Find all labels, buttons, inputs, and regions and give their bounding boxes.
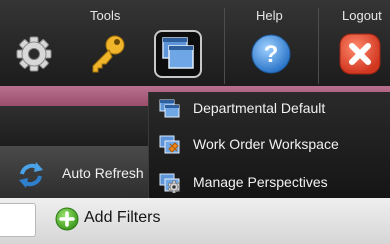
help-button[interactable]: ? [247, 30, 295, 78]
svg-text:?: ? [264, 41, 279, 68]
add-icon [55, 207, 79, 231]
tools-group-label: Tools [90, 8, 121, 23]
menu-item-manage-perspectives[interactable]: Manage Perspectives [149, 168, 390, 198]
perspectives-button[interactable] [154, 30, 202, 78]
workorder-icon [159, 135, 180, 154]
menu-item-work-order-workspace[interactable]: Work Order Workspace [149, 130, 390, 160]
manage-icon [159, 173, 181, 193]
toolbar-separator [224, 8, 225, 84]
add-filters-label: Add Filters [84, 209, 161, 226]
menu-item-departmental-default[interactable]: Departmental Default [149, 94, 390, 124]
layout-icon [159, 99, 180, 118]
settings-button[interactable] [10, 30, 58, 78]
menu-item-label: Manage Perspectives [193, 174, 328, 190]
key-icon [92, 35, 125, 73]
logout-icon [339, 33, 381, 75]
menu-item-label: Work Order Workspace [193, 136, 339, 152]
auto-refresh-label: Auto Refresh [62, 165, 144, 181]
main-toolbar: Tools Help Logout ? [0, 0, 390, 86]
perspectives-menu: Departmental Default Work Order Workspac… [148, 92, 390, 198]
filter-input[interactable] [0, 203, 36, 237]
logout-group-label: Logout [342, 8, 382, 23]
gear-icon [16, 36, 52, 72]
windows-icon [162, 37, 194, 69]
help-icon: ? [251, 34, 291, 74]
logout-button[interactable] [336, 30, 384, 78]
key-button[interactable] [82, 30, 130, 78]
refresh-icon [19, 162, 43, 188]
filter-bar: Add Filters [0, 198, 390, 244]
help-group-label: Help [256, 8, 283, 23]
toolbar-separator [318, 8, 319, 84]
menu-item-label: Departmental Default [193, 100, 326, 116]
